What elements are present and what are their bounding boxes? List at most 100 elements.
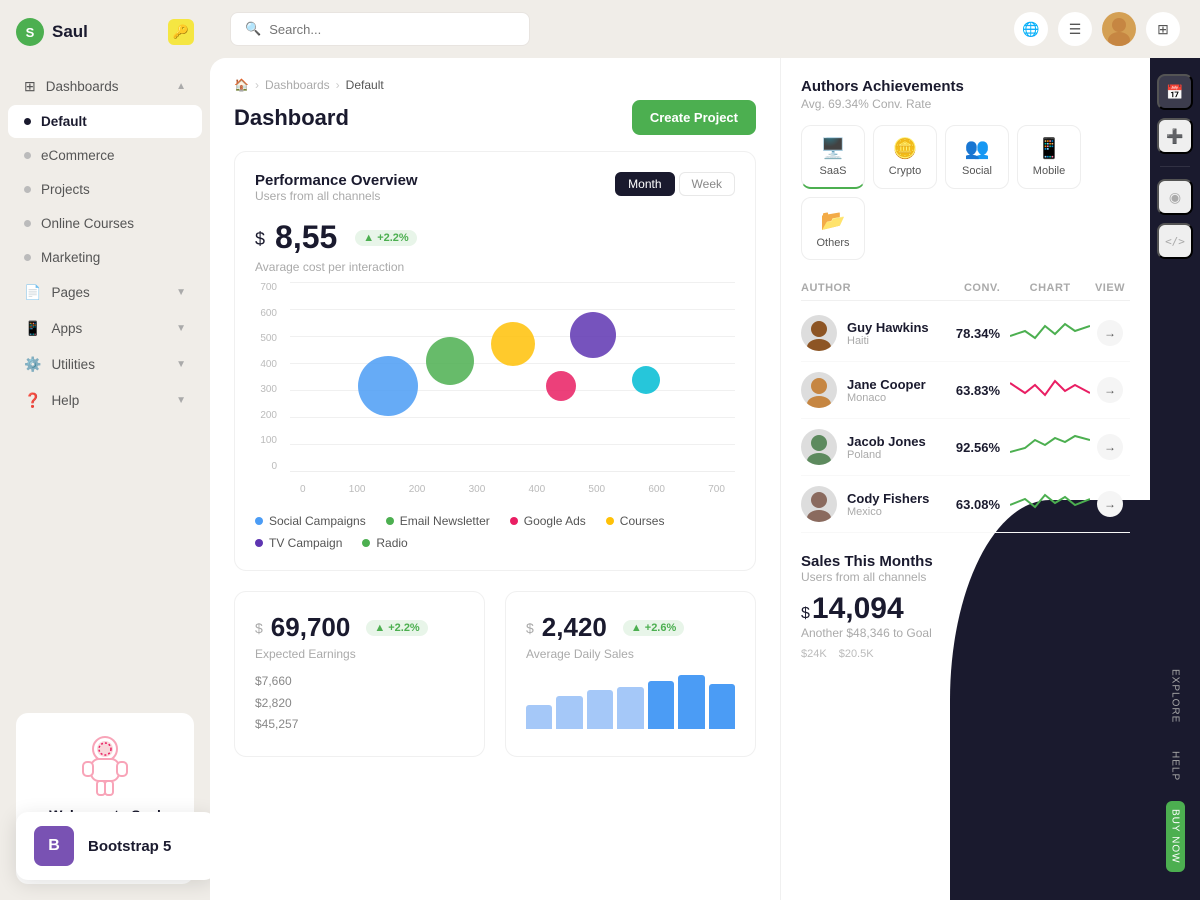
sidebar-item-apps[interactable]: 📱 Apps ▼ [8, 311, 202, 346]
breadcrumb-home[interactable]: 🏠 [234, 78, 249, 92]
tab-week[interactable]: Week [679, 172, 735, 196]
chart-x-labels: 0 100 200 300 400 500 600 700 [290, 477, 735, 502]
pages-icon: 📄 [24, 284, 41, 301]
legend-social: Social Campaigns [255, 514, 366, 528]
dashboards-chevron: ▲ [176, 81, 186, 92]
utilities-chevron: ▼ [176, 359, 186, 370]
rs-help-label: Help [1170, 743, 1181, 789]
tab-month[interactable]: Month [615, 172, 674, 196]
sidebar-item-projects[interactable]: Projects [8, 173, 202, 206]
sidebar-label-projects: Projects [41, 182, 90, 197]
sidebar-nav: ⊞ Dashboards ▲ Default eCommerce Project… [0, 64, 210, 423]
legend-email: Email Newsletter [386, 514, 490, 528]
sidebar-label-pages: Pages [51, 285, 89, 300]
authors-subtitle: Avg. 69.34% Conv. Rate [801, 97, 1130, 111]
topbar-icons: 🌐 ☰ ⊞ [1014, 12, 1180, 46]
pages-chevron: ▼ [176, 287, 186, 298]
sales-badge: ▲ +2.6% [623, 620, 684, 636]
sidebar-item-online-courses[interactable]: Online Courses [8, 207, 202, 240]
dashboards-icon: ⊞ [24, 78, 36, 95]
bar-5 [648, 681, 674, 729]
search-box[interactable]: 🔍 [230, 12, 530, 46]
search-input[interactable] [269, 22, 515, 37]
projects-dot [24, 186, 31, 193]
cat-tab-saas[interactable]: 🖥️ SaaS [801, 125, 865, 189]
cat-tab-others[interactable]: 📂 Others [801, 197, 865, 260]
breadcrumb: 🏠 › Dashboards › Default [234, 78, 756, 92]
rs-add-btn[interactable]: ➕ [1157, 118, 1193, 154]
sidebar-item-dashboards[interactable]: ⊞ Dashboards ▲ [8, 69, 202, 104]
cat-tab-social[interactable]: 👥 Social [945, 125, 1009, 189]
bubble-social [358, 356, 418, 416]
earnings-badge: ▲ +2.2% [366, 620, 427, 636]
topbar-grid-btn[interactable]: ⊞ [1146, 12, 1180, 46]
sidebar-item-default[interactable]: Default [8, 105, 202, 138]
sidebar-label-ecommerce: eCommerce [41, 148, 115, 163]
topbar-avatar[interactable] [1102, 12, 1136, 46]
main-area: 🔍 🌐 ☰ ⊞ 🏠 › Dashboards › Default Dashbo [210, 0, 1200, 900]
view-btn-jane[interactable]: → [1097, 377, 1123, 403]
breadcrumb-current: Default [346, 78, 384, 92]
help-icon: ❓ [24, 392, 41, 409]
mobile-icon: 📱 [1037, 136, 1062, 161]
earnings-breakdown: $7,660 $2,820 $45,257 [255, 671, 464, 736]
cat-tab-crypto[interactable]: 🪙 Crypto [873, 125, 937, 189]
sidebar-label-marketing: Marketing [41, 250, 100, 265]
bubble-courses [546, 371, 576, 401]
view-btn-jacob[interactable]: → [1097, 434, 1123, 460]
avatar-jane [801, 372, 837, 408]
utilities-icon: ⚙️ [24, 356, 41, 373]
bubble-radio [632, 366, 660, 394]
chart-area [290, 282, 735, 472]
sidebar-back-button[interactable]: 🔑 [168, 19, 194, 45]
sales-goal: Another $48,346 to Goal [801, 626, 1130, 640]
right-panel: Authors Achievements Avg. 69.34% Conv. R… [780, 58, 1150, 900]
rs-code-btn[interactable]: </> [1157, 223, 1193, 259]
ecommerce-dot [24, 152, 31, 159]
bootstrap-icon: B [34, 826, 74, 866]
sales-currency: $ [801, 605, 810, 623]
bubble-email [426, 337, 474, 385]
view-btn-guy[interactable]: → [1097, 320, 1123, 346]
right-sidebar: 📅 ➕ ◉ </> Explore Help Buy now [1150, 58, 1200, 900]
rs-buy-btn[interactable]: Buy now [1166, 801, 1185, 872]
bar-7 [709, 684, 735, 729]
content: 🏠 › Dashboards › Default Dashboard Creat… [210, 58, 1200, 900]
search-icon: 🔍 [245, 21, 261, 37]
help-chevron: ▼ [176, 395, 186, 406]
rs-circle-btn[interactable]: ◉ [1157, 179, 1193, 215]
others-icon: 📂 [821, 208, 846, 233]
sidebar-item-utilities[interactable]: ⚙️ Utilities ▼ [8, 347, 202, 382]
topbar-menu-btn[interactable]: ☰ [1058, 12, 1092, 46]
apps-chevron: ▼ [176, 323, 186, 334]
bootstrap-overlay: B Bootstrap 5 [16, 812, 210, 880]
sidebar-item-help[interactable]: ❓ Help ▼ [8, 383, 202, 418]
sales-card: Sales This Months Users from all channel… [801, 553, 1130, 660]
view-btn-cody[interactable]: → [1097, 491, 1123, 517]
sales-value: 2,420 [542, 612, 607, 643]
bar-6 [678, 675, 704, 729]
online-courses-dot [24, 220, 31, 227]
page-title: Dashboard [234, 105, 349, 131]
sidebar-label-apps: Apps [51, 321, 82, 336]
daily-sales-bars [526, 669, 735, 729]
sidebar-item-ecommerce[interactable]: eCommerce [8, 139, 202, 172]
earnings-value: 69,700 [271, 612, 351, 643]
apps-icon: 📱 [24, 320, 41, 337]
bar-3 [587, 690, 613, 729]
bubble-chart: 700 600 500 400 300 200 100 0 [255, 282, 735, 502]
sales-subtitle: Users from all channels [801, 570, 1130, 584]
metric-value: 8,55 [275, 219, 337, 256]
avatar-cody [801, 486, 837, 522]
sidebar-item-pages[interactable]: 📄 Pages ▼ [8, 275, 202, 310]
performance-subtitle: Users from all channels [255, 189, 418, 203]
cat-tab-mobile[interactable]: 📱 Mobile [1017, 125, 1081, 189]
create-project-button[interactable]: Create Project [632, 100, 756, 135]
stats-row: $ 69,700 ▲ +2.2% Expected Earnings $7,66… [234, 591, 756, 757]
sidebar-item-marketing[interactable]: Marketing [8, 241, 202, 274]
breadcrumb-dashboards[interactable]: Dashboards [265, 78, 330, 92]
authors-card: Authors Achievements Avg. 69.34% Conv. R… [801, 78, 1130, 533]
bar-4 [617, 687, 643, 729]
topbar-notification-btn[interactable]: 🌐 [1014, 12, 1048, 46]
rs-calendar-btn[interactable]: 📅 [1157, 74, 1193, 110]
